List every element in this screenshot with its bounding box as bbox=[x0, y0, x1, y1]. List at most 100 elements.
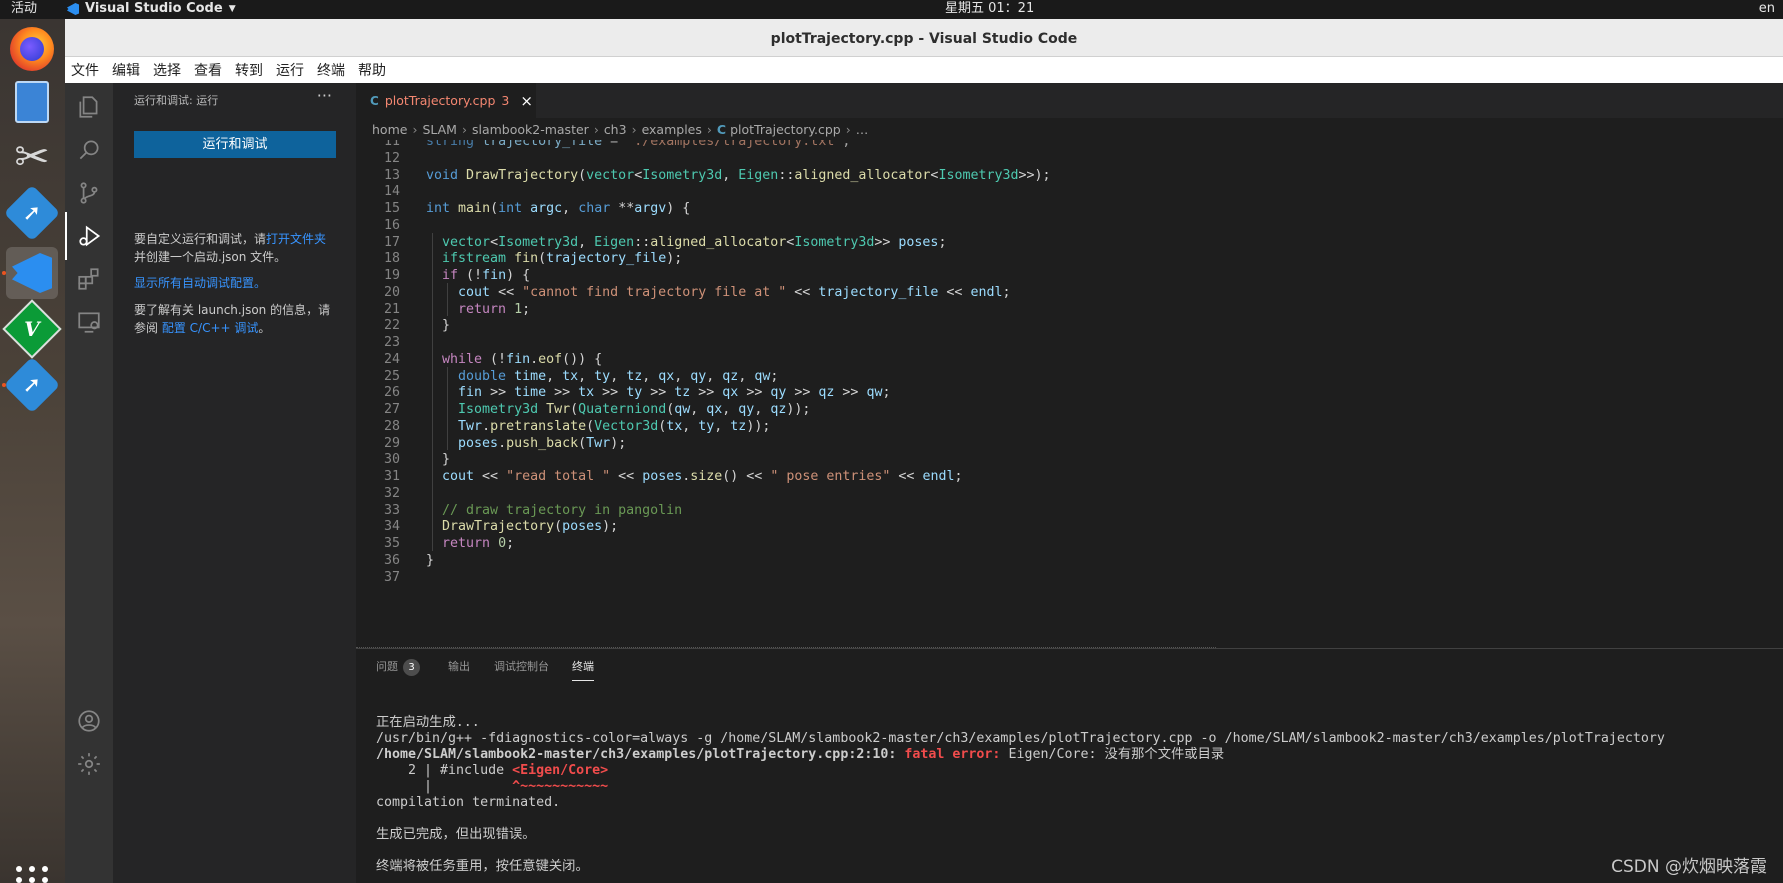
clock[interactable]: 星期五 01：21 bbox=[945, 0, 1034, 18]
code-line[interactable]: cout << "read total " << poses.size() <<… bbox=[426, 467, 962, 486]
menu-view[interactable]: 查看 bbox=[194, 60, 222, 80]
open-folder-link[interactable]: 打开文件夹 bbox=[266, 232, 326, 246]
run-debug-sidebar: 运行和调试: 运行 ··· 运行和调试 要自定义运行和调试，请打开文件夹 并创建… bbox=[113, 83, 356, 883]
tab-debug-console[interactable]: 调试控制台 bbox=[494, 657, 549, 681]
breadcrumb-symbol[interactable]: … bbox=[856, 122, 869, 137]
tab-problems[interactable]: 问题 3 bbox=[376, 657, 420, 681]
code-line[interactable]: poses.push_back(Twr); bbox=[426, 434, 626, 453]
run-and-debug-button[interactable]: 运行和调试 bbox=[134, 131, 336, 158]
watermark: CSDN @炊烟映落霞 bbox=[1611, 857, 1767, 877]
indent-guide bbox=[447, 366, 448, 451]
error-include: <Eigen/Core> bbox=[512, 763, 609, 778]
menu-help[interactable]: 帮助 bbox=[358, 60, 386, 80]
code-line[interactable]: void DrawTrajectory(vector<Isometry3d, E… bbox=[426, 166, 1051, 185]
terminal-error-line: /home/SLAM/slambook2-master/ch3/examples… bbox=[376, 747, 1224, 763]
error-location: /home/SLAM/slambook2-master/ch3/examples… bbox=[376, 747, 897, 762]
breadcrumb-item[interactable]: ch3 bbox=[604, 122, 627, 137]
configure-cpp-debug-link[interactable]: 配置 C/C++ 调试 bbox=[162, 321, 259, 335]
terminal-marker-line: | ^~~~~~~~~~~~ bbox=[376, 779, 608, 795]
vim-icon: V bbox=[2, 299, 62, 359]
window-titlebar[interactable]: plotTrajectory.cpp - Visual Studio Code bbox=[65, 19, 1783, 57]
input-method-indicator[interactable]: en bbox=[1759, 0, 1775, 18]
source-line-prefix: 2 | #include bbox=[376, 763, 513, 778]
more-actions-icon[interactable]: ··· bbox=[317, 86, 332, 105]
code-line[interactable]: } bbox=[426, 316, 450, 335]
chevron-right-icon: › bbox=[461, 121, 467, 137]
dock-files[interactable] bbox=[6, 76, 58, 128]
system-top-bar: 活动 Visual Studio Code ▼ 星期五 01：21 en bbox=[0, 0, 1783, 19]
chevron-right-icon: › bbox=[631, 121, 637, 137]
code-editor[interactable]: 11 string trajectory_file = "./examples/t… bbox=[356, 140, 1783, 648]
app-menu[interactable]: Visual Studio Code ▼ bbox=[67, 0, 236, 18]
search-icon bbox=[79, 140, 99, 160]
dock-vscode[interactable] bbox=[6, 247, 58, 299]
launch-json-info-text: 要了解有关 launch.json 的信息，请参阅 配置 C/C++ 调试。 bbox=[134, 301, 339, 337]
search-button[interactable] bbox=[65, 126, 113, 174]
terminal-line: compilation terminated. bbox=[376, 795, 561, 810]
show-all-configs-link[interactable]: 显示所有自动调试配置。 bbox=[134, 276, 266, 290]
extensions-button[interactable] bbox=[65, 255, 113, 303]
cpp-file-icon: C bbox=[370, 93, 379, 108]
dock-software-updater[interactable]: ➚ bbox=[3, 184, 61, 242]
tab-terminal[interactable]: 终端 bbox=[572, 657, 594, 681]
vscode-icon bbox=[12, 253, 52, 293]
terminal-line: 生成已完成，但出现错误。 bbox=[376, 827, 536, 842]
gear-icon bbox=[78, 753, 100, 775]
breadcrumb-item[interactable]: home bbox=[372, 122, 407, 137]
code-line[interactable]: int main(int argc, char **argv) { bbox=[426, 199, 690, 218]
breadcrumb-item[interactable]: examples bbox=[642, 122, 702, 137]
dock-tools[interactable]: ✂ bbox=[6, 131, 58, 183]
activities-button[interactable]: 活动 bbox=[11, 0, 37, 18]
dock-software-updater-2[interactable]: ➚ bbox=[3, 356, 61, 414]
launch-json-suffix: 。 bbox=[258, 321, 271, 335]
manage-button[interactable] bbox=[65, 740, 113, 788]
accounts-button[interactable] bbox=[65, 697, 113, 745]
breadcrumb-item[interactable]: slambook2-master bbox=[472, 122, 589, 137]
bottom-panel: 问题 3 输出 调试控制台 终端 正在启动生成... /usr/bin/g++ -… bbox=[356, 647, 1783, 883]
show-applications-icon[interactable] bbox=[16, 866, 48, 883]
problems-count-badge: 3 bbox=[403, 659, 420, 676]
code-line[interactable]: return 0; bbox=[426, 534, 514, 553]
remote-explorer-icon bbox=[78, 312, 100, 333]
code-line[interactable]: } bbox=[426, 551, 434, 570]
chevron-right-icon: › bbox=[593, 121, 599, 137]
activity-bar bbox=[65, 83, 113, 883]
menu-go[interactable]: 转到 bbox=[235, 60, 263, 80]
extensions-icon bbox=[78, 268, 99, 290]
indent-guide bbox=[432, 232, 433, 551]
error-marker: ^~~~~~~~~~~~ bbox=[512, 779, 609, 794]
tab-output[interactable]: 输出 bbox=[448, 657, 470, 681]
close-icon[interactable]: × bbox=[520, 92, 533, 110]
run-debug-icon bbox=[79, 225, 101, 247]
terminal-line: 正在启动生成... bbox=[376, 715, 480, 730]
account-icon bbox=[78, 710, 100, 732]
tab-problem-count: 3 bbox=[501, 93, 510, 108]
chevron-right-icon: › bbox=[412, 121, 418, 137]
menu-run[interactable]: 运行 bbox=[276, 60, 304, 80]
breadcrumb-item[interactable]: SLAM bbox=[422, 122, 457, 137]
remote-explorer-button[interactable] bbox=[65, 298, 113, 346]
indent-guide bbox=[447, 282, 448, 317]
terminal-line: /usr/bin/g++ -fdiagnostics-color=always … bbox=[376, 731, 1665, 746]
run-debug-button[interactable] bbox=[65, 212, 113, 260]
vscode-icon bbox=[67, 3, 79, 15]
explorer-button[interactable] bbox=[65, 83, 113, 131]
running-indicator bbox=[2, 383, 6, 387]
menu-selection[interactable]: 选择 bbox=[153, 60, 181, 80]
code-line[interactable]: string trajectory_file = "./examples/tra… bbox=[426, 140, 850, 151]
tab-plottrajectory[interactable]: C plotTrajectory.cpp 3 × bbox=[356, 83, 536, 118]
menu-terminal[interactable]: 终端 bbox=[317, 60, 345, 80]
dock-vim[interactable]: V bbox=[2, 299, 62, 359]
dock-firefox[interactable] bbox=[6, 23, 58, 75]
breadcrumb-file[interactable]: plotTrajectory.cpp bbox=[730, 122, 841, 137]
files-icon bbox=[79, 96, 98, 118]
tools-icon: ✂ bbox=[14, 132, 50, 181]
cpp-file-icon: C bbox=[716, 121, 727, 137]
menu-file[interactable]: 文件 bbox=[71, 60, 99, 80]
source-control-icon bbox=[80, 182, 98, 204]
source-control-button[interactable] bbox=[65, 169, 113, 217]
running-indicator bbox=[2, 271, 6, 275]
editor-horizontal-scrollbar[interactable] bbox=[356, 647, 1216, 649]
chevron-down-icon: ▼ bbox=[228, 4, 236, 14]
menu-edit[interactable]: 编辑 bbox=[112, 60, 140, 80]
